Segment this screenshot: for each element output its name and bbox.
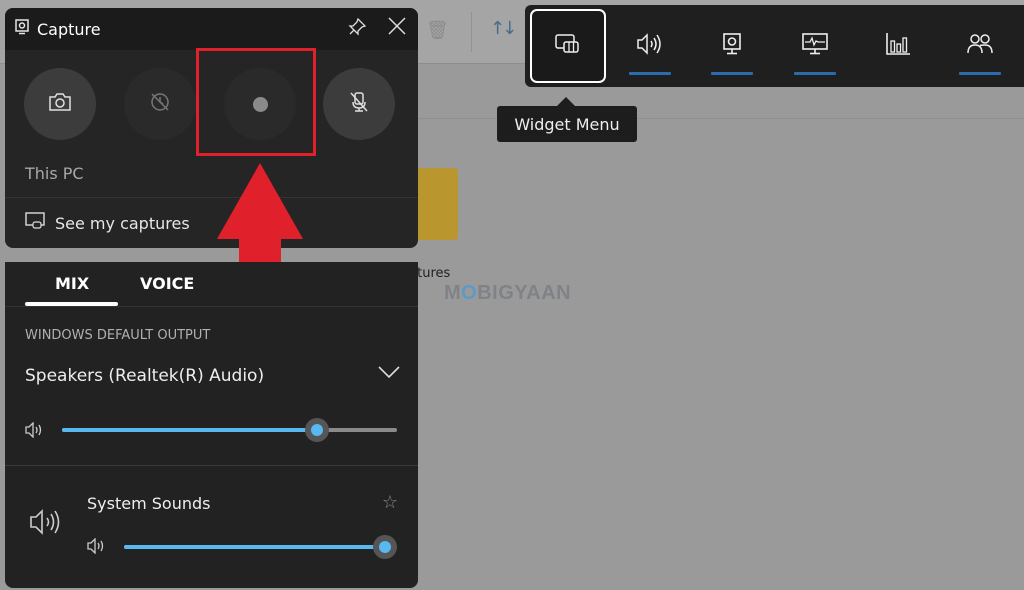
- app-name-system-sounds: System Sounds: [87, 494, 211, 513]
- widget-menu-button[interactable]: [530, 9, 606, 83]
- audio-tabs: MIX VOICE: [5, 262, 418, 307]
- audio-divider: [5, 465, 418, 466]
- speaker-icon: [636, 32, 664, 60]
- master-volume-slider[interactable]: [62, 418, 397, 442]
- output-device-select[interactable]: Speakers (Realtek(R) Audio): [25, 366, 264, 386]
- toolbar-separator: [471, 12, 472, 52]
- system-sounds-volume-fill: [124, 545, 385, 549]
- capture-divider: [5, 197, 418, 198]
- gallery-icon: [25, 212, 45, 234]
- pinned-indicator: [794, 72, 836, 75]
- pinned-indicator: [629, 72, 671, 75]
- trash-icon[interactable]: 🗑: [426, 20, 449, 42]
- system-sounds-volume-thumb[interactable]: [373, 535, 397, 559]
- audio-widget: MIX VOICE WINDOWS DEFAULT OUTPUT Speaker…: [5, 262, 418, 588]
- game-bar: [525, 5, 1024, 87]
- resources-widget-button[interactable]: [860, 9, 936, 83]
- see-my-captures-link[interactable]: See my captures: [25, 212, 190, 234]
- sort-icon[interactable]: ↑↓: [490, 18, 517, 39]
- highlight-box: [196, 48, 316, 156]
- active-tab-indicator: [25, 302, 118, 306]
- system-sounds-icon: [29, 508, 63, 540]
- close-icon[interactable]: [388, 16, 406, 41]
- screenshot-button[interactable]: [24, 68, 96, 140]
- speaker-icon[interactable]: [87, 537, 107, 558]
- capture-title: Capture: [37, 19, 101, 39]
- tab-mix[interactable]: MIX: [55, 274, 89, 293]
- watermark: MOBIGYAAN: [444, 282, 572, 304]
- master-volume-fill: [62, 428, 317, 432]
- capture-widget-button[interactable]: [694, 9, 770, 83]
- webcam-icon: [721, 32, 743, 60]
- chevron-down-icon[interactable]: [378, 364, 400, 383]
- system-sounds-volume-slider[interactable]: [124, 535, 397, 559]
- record-last-30s-button[interactable]: [124, 68, 196, 140]
- bar-chart-icon: [885, 32, 911, 60]
- camera-icon: [49, 93, 71, 115]
- output-section-label: WINDOWS DEFAULT OUTPUT: [25, 328, 211, 343]
- mic-off-icon: [349, 91, 369, 117]
- capture-header: Capture: [5, 8, 418, 50]
- pinned-indicator: [959, 72, 1001, 75]
- tab-voice[interactable]: VOICE: [140, 274, 194, 293]
- webcam-icon: [15, 19, 29, 39]
- master-volume-thumb[interactable]: [304, 418, 329, 442]
- performance-widget-button[interactable]: [777, 9, 853, 83]
- xbox-social-widget-button[interactable]: [942, 9, 1018, 83]
- widget-menu-icon: [554, 32, 582, 60]
- record-last-icon: [149, 91, 171, 117]
- pinned-indicator: [711, 72, 753, 75]
- speaker-icon[interactable]: [25, 421, 45, 442]
- capture-source-label: This PC: [25, 164, 84, 183]
- pin-icon[interactable]: [348, 17, 367, 41]
- widget-menu-tooltip: Widget Menu: [497, 97, 637, 142]
- people-icon: [966, 33, 994, 59]
- favorite-star-icon[interactable]: ☆: [382, 492, 398, 513]
- mic-toggle-button[interactable]: [323, 68, 395, 140]
- performance-monitor-icon: [801, 32, 829, 60]
- audio-widget-button[interactable]: [612, 9, 688, 83]
- see-my-captures-label: See my captures: [55, 213, 190, 233]
